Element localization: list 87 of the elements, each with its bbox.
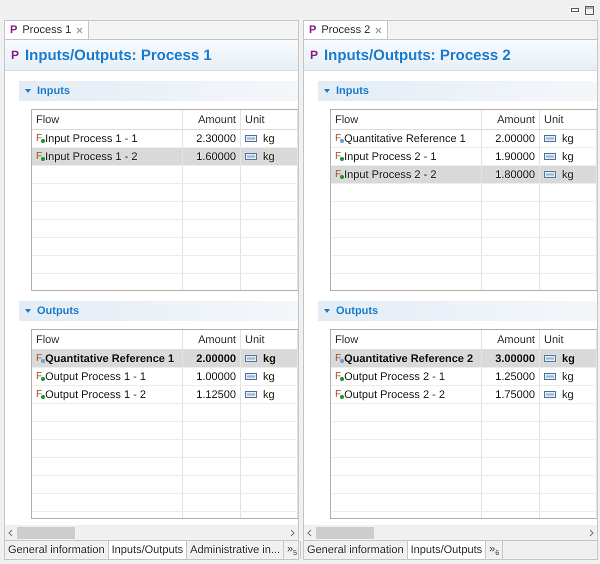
maximize-icon[interactable] — [585, 6, 594, 14]
process-icon: P — [11, 48, 20, 62]
flow-name: Input Process 1 - 1 — [45, 132, 138, 144]
close-icon[interactable] — [76, 26, 84, 34]
page-tab[interactable]: Inputs/Outputs — [408, 541, 486, 559]
section-header[interactable]: Inputs — [19, 81, 298, 101]
page-tab[interactable]: »$_{6}$ — [486, 541, 504, 559]
amount-cell: 3.00000 — [482, 350, 540, 367]
amount-cell: 1.12500 — [183, 386, 241, 403]
flow-name: Input Process 1 - 2 — [45, 150, 138, 162]
unit-text: kg — [562, 150, 574, 162]
column-header[interactable]: Unit — [241, 110, 298, 129]
unit-icon — [544, 373, 556, 380]
scroll-left-icon[interactable] — [8, 528, 13, 536]
section-header[interactable]: Outputs — [19, 301, 298, 321]
horizontal-scrollbar[interactable] — [5, 525, 298, 540]
column-header[interactable]: Unit — [540, 330, 597, 349]
process-icon: P — [310, 48, 318, 62]
flow-name: Input Process 2 - 1 — [344, 150, 436, 162]
unit-text: kg — [263, 150, 275, 162]
editor-title: Inputs/Outputs: Process 2 — [324, 46, 511, 64]
unit-text: kg — [562, 370, 574, 382]
minimize-icon[interactable] — [571, 8, 579, 12]
section-header[interactable]: Outputs — [318, 301, 597, 321]
page-tab[interactable]: Administrative in... — [187, 541, 284, 559]
caret-icon[interactable] — [324, 89, 330, 93]
amount-cell: 1.60000 — [183, 148, 241, 165]
unit-text: kg — [263, 370, 275, 382]
flow-name: Quantitative Reference 2 — [344, 352, 474, 364]
column-header[interactable]: Flow — [32, 110, 183, 129]
amount-cell: 1.00000 — [183, 368, 241, 385]
unit-icon — [245, 153, 257, 160]
column-header[interactable]: Amount — [482, 110, 540, 129]
flow-name: Quantitative Reference 1 — [344, 132, 466, 144]
unit-icon — [245, 135, 257, 142]
scroll-thumb[interactable] — [17, 526, 75, 538]
unit-text: kg — [562, 132, 574, 144]
amount-cell: 2.00000 — [183, 350, 241, 367]
page-tab[interactable]: »$_{5}$ — [284, 541, 302, 559]
close-icon[interactable] — [375, 26, 382, 34]
column-header[interactable]: Amount — [482, 330, 540, 349]
unit-text: kg — [263, 132, 275, 144]
caret-icon[interactable] — [25, 309, 31, 313]
unit-icon — [544, 355, 556, 362]
unit-text: kg — [263, 352, 276, 364]
flow-name: Input Process 2 - 2 — [344, 168, 436, 180]
flow-name: Output Process 1 - 2 — [45, 388, 146, 400]
scroll-left-icon[interactable] — [307, 528, 312, 536]
column-header[interactable]: Amount — [183, 330, 241, 349]
editor-tab[interactable]: P Process 1 — [5, 21, 90, 39]
flow-name: Output Process 2 - 2 — [344, 388, 445, 400]
column-header[interactable]: Unit — [241, 330, 298, 349]
section-header[interactable]: Inputs — [318, 81, 597, 101]
page-tab[interactable]: Inputs/Outputs — [108, 541, 188, 559]
flow-name: Output Process 2 - 1 — [344, 370, 445, 382]
amount-cell: 1.75000 — [482, 386, 540, 403]
unit-icon — [544, 391, 556, 398]
column-header[interactable]: Flow — [331, 110, 482, 129]
editor-tab[interactable]: P Process 2 — [304, 21, 388, 39]
unit-text: kg — [562, 388, 574, 400]
scroll-right-icon[interactable] — [589, 528, 594, 536]
unit-text: kg — [263, 388, 275, 400]
caret-icon[interactable] — [324, 309, 330, 313]
scroll-thumb[interactable] — [316, 526, 374, 538]
unit-icon — [245, 373, 257, 380]
horizontal-scrollbar[interactable] — [304, 525, 597, 540]
amount-cell: 2.00000 — [482, 130, 540, 147]
unit-icon — [544, 171, 556, 178]
unit-icon — [544, 135, 556, 142]
amount-cell: 1.90000 — [482, 148, 540, 165]
amount-cell: 1.25000 — [482, 368, 540, 385]
column-header[interactable]: Flow — [331, 330, 482, 349]
flow-name: Quantitative Reference 1 — [45, 352, 174, 364]
flow-name: Output Process 1 - 1 — [45, 370, 146, 382]
unit-icon — [245, 391, 257, 398]
amount-cell: 1.80000 — [482, 166, 540, 183]
unit-text: kg — [562, 352, 575, 364]
caret-icon[interactable] — [25, 89, 31, 93]
column-header[interactable]: Unit — [540, 110, 597, 129]
amount-cell: 2.30000 — [183, 130, 241, 147]
unit-text: kg — [562, 168, 574, 180]
column-header[interactable]: Amount — [183, 110, 241, 129]
editor-title: Inputs/Outputs: Process 1 — [25, 46, 212, 64]
column-header[interactable]: Flow — [32, 330, 183, 349]
unit-icon — [544, 153, 556, 160]
scroll-right-icon[interactable] — [290, 528, 295, 536]
unit-icon — [245, 355, 257, 362]
